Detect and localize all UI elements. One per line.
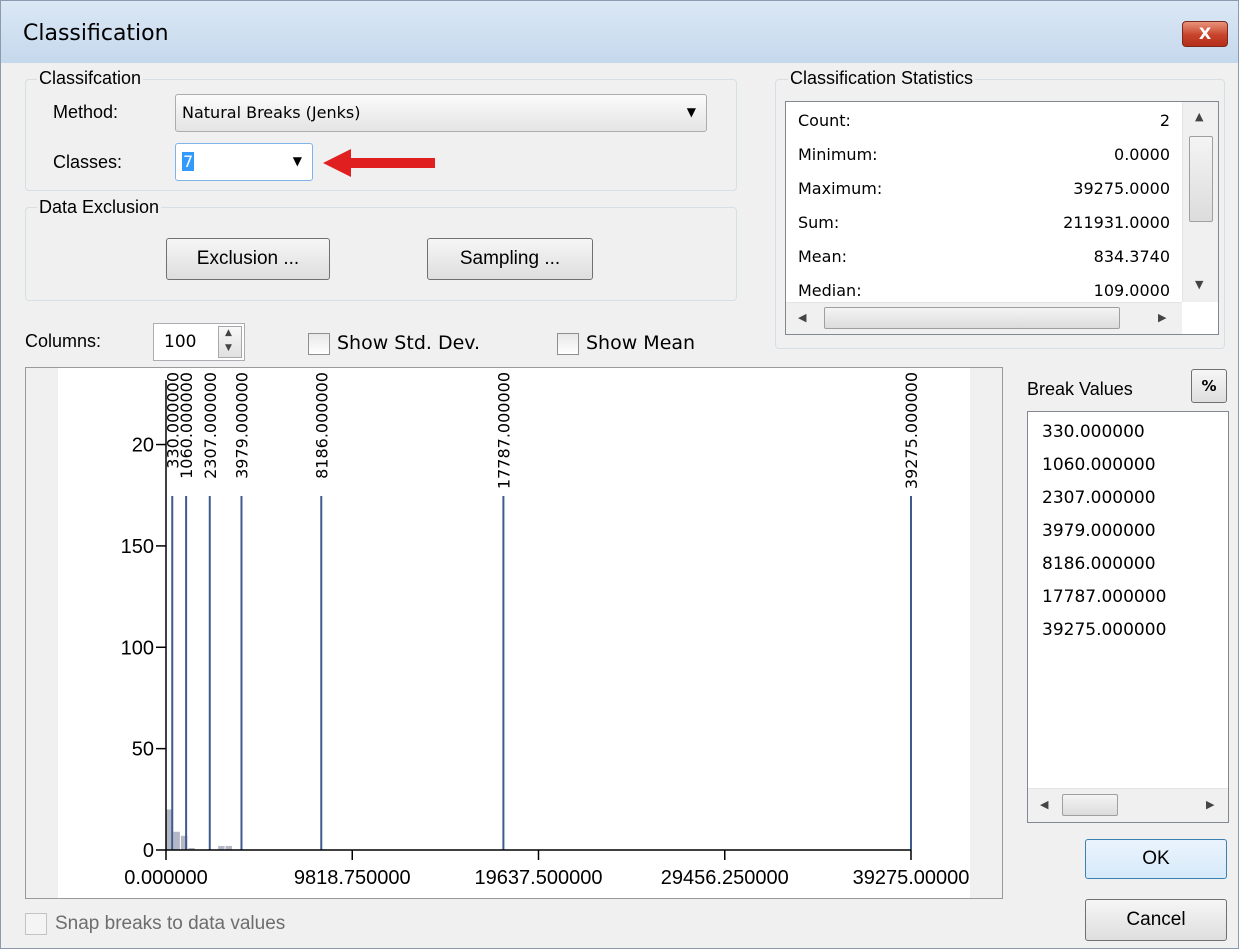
break-value-item[interactable]: 1060.000000 — [1042, 455, 1156, 475]
columns-value: 100 — [164, 332, 197, 352]
stat-key: Median: — [798, 281, 862, 300]
scroll-thumb[interactable] — [1062, 794, 1118, 816]
break-value-item[interactable]: 8186.000000 — [1042, 554, 1156, 574]
classification-dialog: Classification X Classifcation Method: N… — [0, 0, 1239, 949]
classes-label: Classes: — [53, 152, 123, 172]
break-values-horizontal-scrollbar[interactable]: ◀ ▶ — [1028, 788, 1228, 822]
classes-dropdown[interactable]: 7 ▼ — [175, 143, 313, 181]
stat-key: Mean: — [798, 247, 847, 266]
break-label: 8186.000000 — [312, 372, 331, 479]
histogram-chart[interactable]: 330.0000001060.000000 2307.000000 3979.000… — [26, 368, 1002, 898]
chevron-down-icon: ▼ — [686, 105, 696, 119]
stat-row: Minimum: 0.0000 — [798, 138, 1170, 172]
spin-down-icon[interactable]: ▼ — [225, 343, 232, 353]
break-label: 39275.000000 — [902, 372, 921, 489]
break-label: 3979.000000 — [232, 372, 251, 479]
statistics-vertical-scrollbar[interactable]: ▲ ▼ — [1182, 102, 1218, 302]
x-tick-label: 0.000000 — [124, 867, 207, 889]
stat-key: Count: — [798, 111, 851, 130]
chevron-down-icon: ▼ — [292, 154, 302, 168]
break-label: 17787.000000 — [494, 372, 513, 489]
stat-row: Count: 2 — [798, 104, 1170, 138]
y-tick-label: 20 — [132, 435, 154, 457]
break-value-item[interactable]: 39275.000000 — [1042, 620, 1166, 640]
break-value-item[interactable]: 2307.000000 — [1042, 488, 1156, 508]
snap-breaks-checkbox[interactable] — [25, 913, 47, 935]
y-tick-label: 50 — [132, 739, 154, 761]
scroll-down-icon[interactable]: ▼ — [1195, 278, 1203, 291]
y-tick-label: 100 — [121, 637, 154, 659]
show-std-dev-label: Show Std. Dev. — [337, 332, 481, 354]
break-label: 1060.000000 — [177, 372, 196, 479]
red-arrow-annotation — [323, 147, 439, 179]
scroll-left-icon[interactable]: ◀ — [798, 311, 806, 324]
break-label: 2307.000000 — [201, 372, 220, 479]
spinner-buttons[interactable]: ▲ ▼ — [218, 326, 242, 358]
stat-value: 211931.0000 — [1063, 213, 1170, 232]
close-button[interactable]: X — [1182, 21, 1228, 47]
x-tick-label: 19637.500000 — [475, 867, 603, 889]
percent-button[interactable]: % — [1191, 369, 1227, 403]
break-values-list[interactable]: 330.000000 1060.000000 2307.000000 3979.… — [1027, 411, 1229, 823]
method-label: Method: — [53, 102, 119, 122]
stat-row: Maximum: 39275.0000 — [798, 172, 1170, 206]
statistics-list[interactable]: Count: 2 Minimum: 0.0000 Maximum: 39275.000… — [785, 101, 1219, 335]
snap-breaks-label: Snap breaks to data values — [55, 913, 286, 934]
x-tick-label: 9818.750000 — [294, 867, 411, 889]
data-exclusion-label: Data Exclusion — [37, 197, 162, 218]
break-values-label: Break Values — [1027, 379, 1133, 399]
stat-row: Mean: 834.3740 — [798, 240, 1170, 274]
stat-value: 109.0000 — [1093, 281, 1170, 300]
method-value: Natural Breaks (Jenks) — [182, 103, 361, 122]
scroll-thumb[interactable] — [1189, 136, 1213, 222]
columns-label: Columns: — [25, 331, 102, 351]
ok-button[interactable]: OK — [1085, 839, 1227, 879]
stat-value: 834.3740 — [1093, 247, 1170, 266]
exclusion-button[interactable]: Exclusion ... — [166, 238, 330, 280]
cancel-button[interactable]: Cancel — [1085, 899, 1227, 941]
break-value-item[interactable]: 3979.000000 — [1042, 521, 1156, 541]
window-title: Classification — [23, 21, 169, 46]
stat-key: Minimum: — [798, 145, 878, 164]
scroll-up-icon[interactable]: ▲ — [1195, 110, 1203, 123]
y-tick-label: 150 — [121, 536, 154, 558]
scroll-right-icon[interactable]: ▶ — [1206, 798, 1214, 811]
method-dropdown[interactable]: Natural Breaks (Jenks) ▼ — [175, 94, 707, 132]
show-mean-checkbox[interactable] — [557, 333, 579, 355]
x-tick-label: 29456.250000 — [661, 867, 789, 889]
break-value-item[interactable]: 330.000000 — [1042, 422, 1145, 442]
scroll-left-icon[interactable]: ◀ — [1040, 798, 1048, 811]
arrow-left-icon — [323, 149, 435, 177]
stat-value: 39275.0000 — [1073, 179, 1170, 198]
classification-group-label: Classifcation — [37, 68, 144, 89]
scroll-right-icon[interactable]: ▶ — [1158, 311, 1166, 324]
stat-row: Sum: 211931.0000 — [798, 206, 1170, 240]
statistics-label: Classification Statistics — [788, 68, 976, 89]
y-tick-label: 0 — [143, 840, 154, 862]
stat-key: Maximum: — [798, 179, 883, 198]
break-value-item[interactable]: 17787.000000 — [1042, 587, 1166, 607]
x-tick-label: 39275.00000 — [853, 867, 970, 889]
classes-value: 7 — [182, 152, 195, 171]
histogram-bar — [173, 831, 180, 850]
statistics-horizontal-scrollbar[interactable]: ◀ ▶ — [786, 302, 1182, 334]
stat-key: Sum: — [798, 213, 840, 232]
sampling-button[interactable]: Sampling ... — [427, 238, 593, 280]
show-mean-label: Show Mean — [586, 332, 696, 354]
title-bar: Classification X — [1, 1, 1238, 63]
show-std-dev-checkbox[interactable] — [308, 333, 330, 355]
spin-up-icon[interactable]: ▲ — [225, 328, 232, 338]
scroll-thumb[interactable] — [824, 307, 1120, 329]
histogram-panel[interactable]: 330.000000 1060.000000 2307.000000 3979.000… — [25, 367, 1003, 899]
stat-value: 2 — [1159, 111, 1170, 130]
data-exclusion-group — [25, 207, 737, 301]
columns-spinner[interactable]: 100 ▲ ▼ — [153, 323, 245, 361]
stat-value: 0.0000 — [1114, 145, 1170, 164]
